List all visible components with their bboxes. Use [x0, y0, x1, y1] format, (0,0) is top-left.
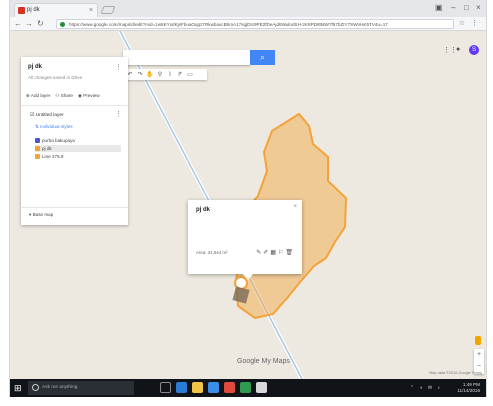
refresh-icon[interactable]: ↻ [37, 19, 44, 28]
task-view-icon[interactable] [160, 382, 171, 393]
edge-icon[interactable] [176, 382, 187, 393]
taskbar-search-placeholder: Ask me anything [42, 385, 78, 390]
apps-grid-icon[interactable]: ⋮⋮ [443, 46, 457, 54]
url-text: https://www.google.com/maps/d/edit?mid=1… [69, 22, 388, 27]
pegman-icon[interactable] [475, 336, 481, 345]
minimize-button[interactable]: – [451, 3, 455, 12]
profile-icon[interactable]: ▣ [435, 3, 443, 12]
url-input[interactable]: https://www.google.com/maps/d/edit?mid=1… [56, 19, 454, 29]
new-tab-button[interactable] [100, 6, 116, 14]
store-icon[interactable] [208, 382, 219, 393]
address-bar-row: ← → ↻ https://www.google.com/maps/d/edit… [10, 17, 486, 31]
tab-close-icon[interactable]: × [89, 4, 93, 17]
screen: pj dk × ▣ – □ × ← → ↻ https://www.google… [9, 0, 487, 397]
list-item[interactable]: pj dk [35, 145, 121, 152]
map-footer: Map data ©2016 Google Terms [429, 371, 482, 375]
base-map-toggle[interactable]: ▾ Base map [29, 212, 53, 218]
zoom-in-icon[interactable]: + [474, 349, 484, 361]
panel-divider [21, 207, 128, 208]
secure-lock-icon [60, 22, 65, 27]
map-description: All changes saved in Drive [28, 75, 83, 80]
popup-edit-icons[interactable]: ✎✐▦⚐🗑 [256, 249, 295, 256]
search-button[interactable]: ⌕ [250, 50, 275, 65]
drawing-toolbar: ↶ ↷ ✋ ⚲ ⌇ ↱ ▭ [123, 69, 207, 80]
close-window-button[interactable]: × [476, 3, 481, 12]
map-search-input[interactable] [123, 50, 250, 65]
layers-panel: pj dk ⋮ All changes saved in Drive ⊕ Add… [21, 57, 128, 225]
individual-styles-link[interactable]: ⇅ Individual styles [35, 124, 73, 130]
layer-menu-icon[interactable]: ⋮ [115, 110, 122, 118]
redo-icon[interactable]: ↷ [136, 71, 144, 79]
clock[interactable]: 1:49 PM 11/14/2016 [457, 382, 480, 393]
tab-title: pj dk [27, 7, 40, 13]
app-icon[interactable] [256, 382, 267, 393]
directions-icon[interactable]: ↱ [176, 71, 184, 79]
search-icon: ⌕ [260, 53, 265, 62]
panel-actions: ⊕ Add layer ⚇ Share ◉ Preview [26, 93, 100, 99]
close-icon[interactable]: × [293, 204, 297, 210]
layer-color-swatch [35, 138, 40, 143]
app-icon[interactable] [240, 382, 251, 393]
draw-line-icon[interactable]: ⌇ [166, 71, 174, 79]
map-canvas[interactable]: ⌕ ↶ ↷ ✋ ⚲ ⌇ ↱ ▭ ⋮⋮ ● S pj dk ⋮ All chang… [10, 31, 486, 379]
browser-menu-icon[interactable]: ☆ ⋮ [459, 19, 480, 27]
system-tray-icons[interactable]: ⌃ ◖ ✉ ♪ [410, 385, 442, 391]
feature-info-popup: pj dk × Area: 31,944 m² ✎✐▦⚐🗑 [188, 200, 302, 280]
maps-favicon-icon [18, 7, 25, 14]
preview-button[interactable]: ◉ Preview [78, 93, 100, 99]
panel-divider [21, 105, 128, 106]
popup-area-text: Area: 31,944 m² [196, 250, 228, 255]
browser-tab-bar: pj dk × ▣ – □ × [10, 0, 486, 17]
google-logo: Google My Maps [237, 358, 290, 365]
taskbar-apps [160, 382, 267, 393]
ruler-icon[interactable]: ▭ [186, 71, 194, 79]
pin-icon[interactable]: ⚲ [156, 71, 164, 79]
hand-icon[interactable]: ✋ [146, 71, 154, 79]
windows-start-icon[interactable]: ⊞ [14, 383, 22, 394]
layer-color-swatch [35, 146, 40, 151]
menu-kebab-icon[interactable]: ⋮ [115, 63, 122, 71]
cortana-icon [32, 384, 39, 391]
layer-color-swatch [35, 154, 40, 159]
back-arrow-icon[interactable]: ← [14, 19, 22, 28]
list-item[interactable]: Line 275.9 [35, 153, 121, 160]
file-explorer-icon[interactable] [192, 382, 203, 393]
layer-title[interactable]: ☑ Untitled layer [30, 113, 64, 118]
avatar[interactable]: S [469, 45, 479, 55]
popup-tail [243, 274, 253, 280]
popup-title: pj dk [196, 207, 211, 213]
chrome-icon[interactable] [224, 382, 235, 393]
taskbar-search-input[interactable]: Ask me anything [28, 381, 134, 395]
clock-date: 11/14/2016 [457, 387, 480, 393]
map-title[interactable]: pj dk [28, 64, 42, 70]
browser-tab[interactable]: pj dk × [14, 3, 98, 17]
maximize-button[interactable]: □ [464, 3, 469, 12]
add-layer-button[interactable]: ⊕ Add layer [26, 93, 50, 99]
notifications-icon[interactable]: ● [456, 46, 460, 53]
windows-taskbar: ⊞ Ask me anything ⌃ ◖ ✉ ♪ 1:49 PM 11/14/… [10, 379, 486, 397]
list-item[interactable]: purba bakupaya [35, 137, 121, 144]
share-button[interactable]: ⚇ Share [55, 93, 73, 99]
forward-arrow-icon[interactable]: → [25, 19, 33, 28]
